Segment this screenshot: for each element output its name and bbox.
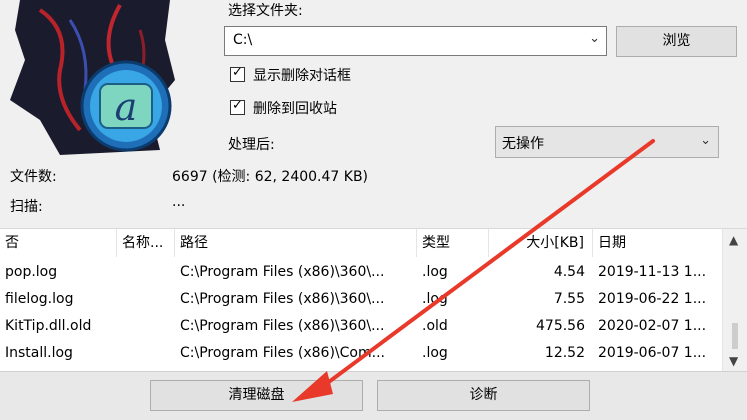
bottom-action-bar (0, 371, 747, 420)
column-header-path[interactable]: 路径 (175, 229, 417, 257)
show-delete-dialog-checkbox[interactable] (230, 65, 245, 82)
diagnose-button[interactable]: 诊断 (377, 380, 590, 411)
row-size-cell: 7.55 (553, 291, 585, 307)
row-size-cell: 12.52 (544, 345, 585, 361)
row-date-cell: 2019-11-13 1... (598, 264, 707, 280)
row-date-cell: 2020-02-07 1... (598, 318, 707, 334)
file-count-label: 文件数: (10, 169, 57, 185)
row-type-cell: .old (422, 318, 448, 334)
table-scrollbar[interactable]: ▲ ▼ (722, 229, 747, 372)
scan-label: 扫描: (10, 199, 43, 215)
scroll-down-icon[interactable]: ▼ (729, 354, 738, 368)
table-row[interactable]: filelog.log C:\Program Files (x86)\360\..… (0, 286, 723, 313)
row-name-cell: filelog.log (5, 291, 74, 307)
row-path-cell: C:\Program Files (x86)\Com... (180, 345, 385, 361)
row-date-cell: 2019-06-07 1... (598, 345, 707, 361)
browse-button[interactable]: 浏览 (616, 26, 737, 57)
row-name-cell: pop.log (5, 264, 58, 280)
row-name-cell: Install.log (5, 345, 73, 361)
row-type-cell: .log (422, 291, 448, 307)
after-action-value: 无操作 (502, 136, 544, 152)
scroll-thumb[interactable] (732, 323, 738, 349)
row-type-cell: .log (422, 264, 448, 280)
chevron-down-icon[interactable]: ⌄ (700, 133, 711, 148)
folder-combobox[interactable]: C:\ ⌄ (224, 26, 607, 56)
row-type-cell: .log (422, 345, 448, 361)
results-table[interactable]: 否 名称... 路径 类型 大小[KB] 日期 pop.log C:\Progra… (0, 228, 747, 372)
table-row[interactable]: pop.log C:\Program Files (x86)\360\... .lo… (0, 259, 723, 286)
scroll-up-icon[interactable]: ▲ (729, 233, 738, 247)
delete-to-recycle-label[interactable]: 删除到回收站 (253, 98, 337, 118)
after-action-label: 处理后: (228, 137, 275, 153)
table-row[interactable]: Install.log C:\Program Files (x86)\Com...… (0, 340, 723, 367)
column-header-flag[interactable]: 否 (0, 229, 117, 257)
row-size-cell: 4.54 (553, 264, 585, 280)
clean-disk-button[interactable]: 清理磁盘 (150, 380, 363, 411)
after-action-select[interactable]: 无操作 ⌄ (495, 126, 719, 158)
column-header-size[interactable]: 大小[KB] (489, 229, 593, 257)
row-path-cell: C:\Program Files (x86)\360\... (180, 291, 385, 307)
row-name-cell: KitTip.dll.old (5, 318, 92, 334)
table-row[interactable]: KitTip.dll.old C:\Program Files (x86)\360… (0, 313, 723, 340)
row-path-cell: C:\Program Files (x86)\360\... (180, 264, 385, 280)
row-date-cell: 2019-06-22 1... (598, 291, 707, 307)
column-header-name[interactable]: 名称... (117, 229, 175, 257)
column-header-type[interactable]: 类型 (417, 229, 489, 257)
row-path-cell: C:\Program Files (x86)\360\... (180, 318, 385, 334)
app-logo: a (0, 0, 190, 155)
chevron-down-icon[interactable]: ⌄ (589, 31, 600, 46)
folder-value: C:\ (233, 32, 253, 48)
show-delete-dialog-label[interactable]: 显示删除对话框 (253, 65, 351, 85)
row-size-cell: 475.56 (536, 318, 585, 334)
column-header-date[interactable]: 日期 (593, 229, 723, 257)
file-count-value: 6697 (检测: 62, 2400.47 KB) (172, 169, 369, 185)
folder-label: 选择文件夹: (228, 3, 303, 19)
scan-value: ... (172, 194, 186, 210)
delete-to-recycle-checkbox[interactable] (230, 98, 245, 115)
svg-text:a: a (115, 85, 138, 129)
